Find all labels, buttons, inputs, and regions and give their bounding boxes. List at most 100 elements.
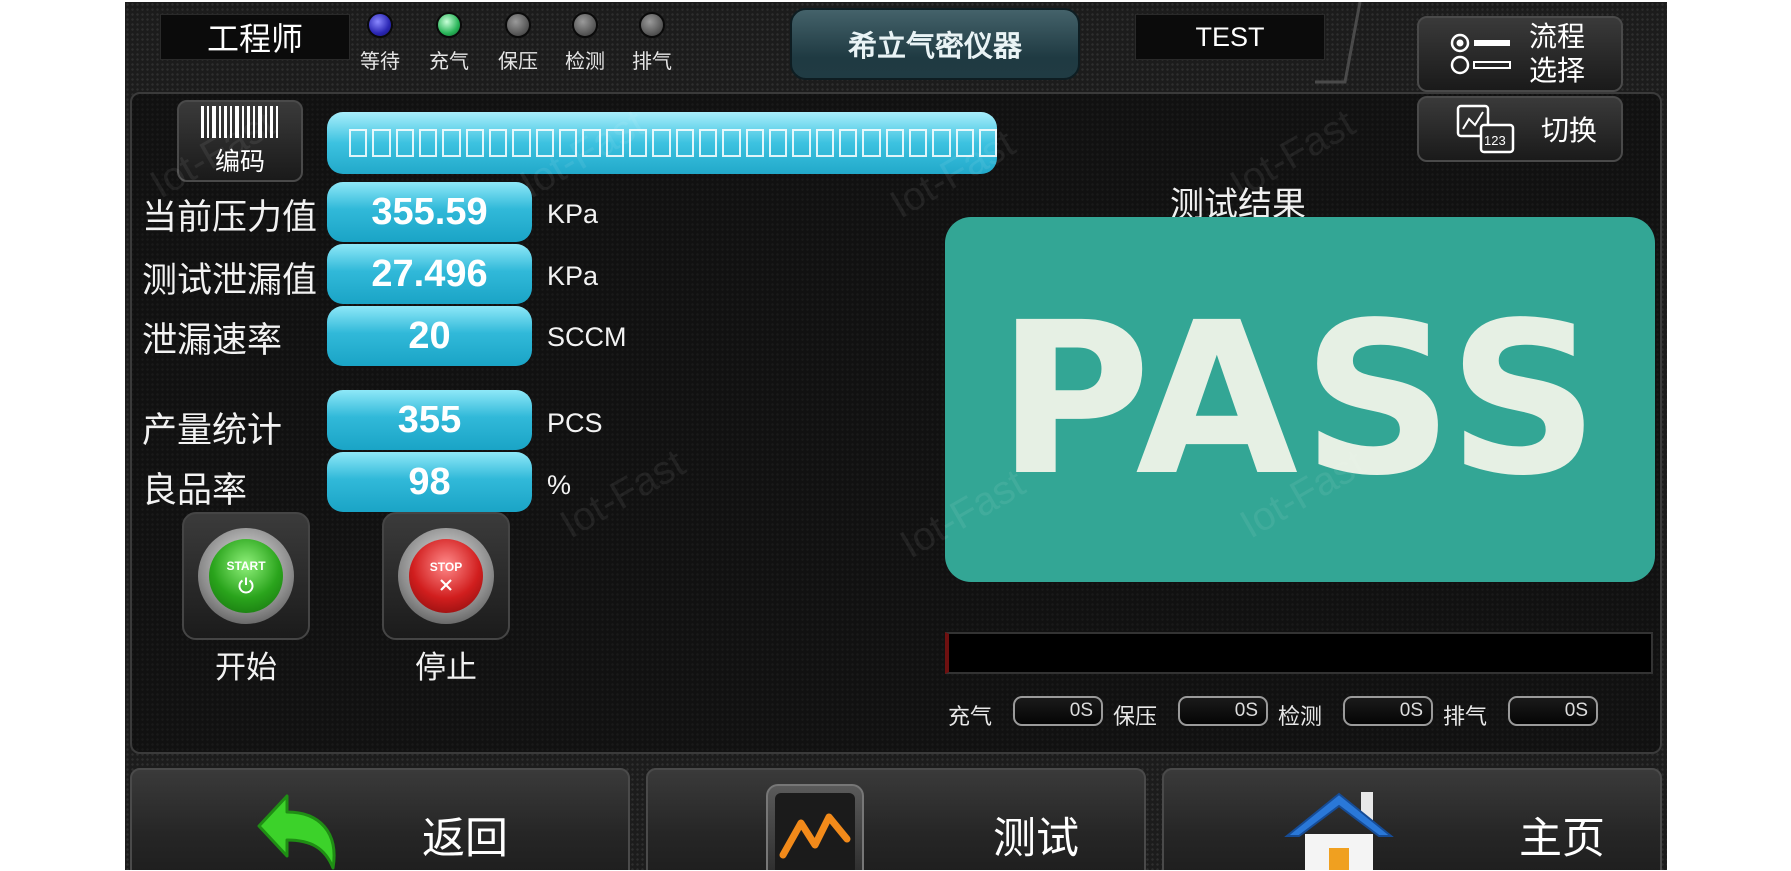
home-icon — [1284, 792, 1394, 870]
result-display: PASS — [945, 217, 1655, 582]
timer-detect-label: 检测 — [1278, 705, 1323, 730]
barcode-char-box — [815, 129, 834, 157]
barcode-input[interactable] — [327, 112, 998, 174]
stop-face-text: STOP — [429, 559, 463, 574]
stop-caption: 停止 — [415, 650, 477, 686]
timer-fill-label: 充气 — [948, 705, 993, 730]
hmi-screen: 工程师 等待 充气 保压 检测 排气 希立气密仪器 TEST 流程 选择 编码 … — [125, 2, 1667, 870]
test-nav-button[interactable]: 测试 — [646, 768, 1146, 870]
leak-value: 27.496 — [327, 244, 532, 304]
barcode-char-box — [885, 129, 904, 157]
barcode-char-box — [792, 129, 811, 157]
stop-button-face: STOP — [409, 539, 483, 613]
status-lamp-icon — [436, 12, 462, 38]
barcode-char-box — [512, 129, 531, 157]
timer-hold-value: 0S — [1178, 696, 1268, 726]
back-button[interactable]: 返回 — [130, 768, 630, 870]
app-title: 希立气密仪器 — [790, 8, 1080, 80]
back-label: 返回 — [422, 814, 508, 864]
power-icon — [238, 577, 254, 593]
output-unit: PCS — [547, 408, 603, 438]
switch-button[interactable]: 123 切换 — [1417, 96, 1623, 162]
svg-text:123: 123 — [1484, 133, 1506, 148]
flow-select-button[interactable]: 流程 选择 — [1417, 16, 1623, 92]
radio-list-icon — [1450, 33, 1511, 75]
page: 工程师 等待 充气 保压 检测 排气 希立气密仪器 TEST 流程 选择 编码 … — [0, 0, 1791, 871]
step-label: 等待 — [360, 49, 400, 73]
step-indicator-fill: 充气 — [419, 12, 479, 74]
start-caption: 开始 — [215, 650, 277, 686]
barcode-char-box — [488, 129, 508, 157]
frame-decoration — [1315, 2, 1362, 84]
step-label: 检测 — [565, 49, 605, 73]
back-arrow-icon — [257, 794, 336, 870]
step-label: 排气 — [632, 49, 672, 73]
barcode-char-box — [558, 129, 578, 157]
flow-select-line1: 流程 — [1529, 20, 1586, 53]
start-button-rim: START — [198, 528, 294, 624]
trend-icon-frame — [766, 784, 864, 870]
barcode-char-box — [465, 129, 484, 157]
barcode-char-box — [675, 129, 694, 157]
leak-rate-unit: SCCM — [547, 322, 627, 352]
start-button[interactable]: START — [182, 512, 310, 640]
mode-display: TEST — [1135, 14, 1325, 60]
step-indicator-exhaust: 排气 — [622, 12, 682, 74]
yield-label: 良品率 — [142, 471, 248, 511]
progress-bar — [945, 632, 1653, 674]
status-lamp-icon — [505, 12, 531, 38]
stop-button[interactable]: STOP — [382, 512, 510, 640]
barcode-char-box — [628, 129, 648, 157]
output-value: 355 — [327, 390, 532, 450]
user-role-display: 工程师 — [160, 14, 350, 60]
barcode-char-box — [978, 129, 998, 157]
pressure-value: 355.59 — [327, 182, 532, 242]
timer-fill-value: 0S — [1013, 696, 1103, 726]
home-label: 主页 — [1519, 814, 1605, 864]
timer-hold-label: 保压 — [1113, 705, 1158, 730]
leak-rate-label: 泄漏速率 — [142, 321, 283, 361]
barcode-button[interactable]: 编码 — [177, 100, 303, 182]
barcode-char-box — [862, 129, 881, 157]
chart-switch-icon: 123 — [1456, 104, 1515, 154]
leak-unit: KPa — [547, 261, 599, 291]
status-lamp-icon — [367, 12, 393, 38]
barcode-char-box — [372, 129, 391, 157]
flow-select-line2: 选择 — [1529, 54, 1586, 87]
barcode-char-box — [955, 129, 974, 157]
barcode-char-box — [722, 129, 741, 157]
barcode-char-box — [535, 129, 554, 157]
barcode-char-box — [652, 129, 671, 157]
barcode-char-box — [395, 129, 414, 157]
home-button[interactable]: 主页 — [1162, 768, 1662, 870]
output-label: 产量统计 — [142, 411, 283, 451]
barcode-char-box — [745, 129, 764, 157]
start-button-face: START — [209, 539, 283, 613]
barcode-char-box — [605, 129, 624, 157]
leak-rate-value: 20 — [327, 306, 532, 366]
barcode-icon — [201, 106, 278, 138]
switch-label: 切换 — [1541, 114, 1598, 147]
step-indicator-wait: 等待 — [350, 12, 410, 74]
pressure-unit: KPa — [547, 199, 599, 229]
timer-exhaust-value: 0S — [1508, 696, 1598, 726]
barcode-char-box — [698, 129, 718, 157]
barcode-char-box — [442, 129, 461, 157]
step-label: 充气 — [429, 49, 469, 73]
start-face-text: START — [226, 558, 266, 573]
barcode-label: 编码 — [214, 147, 265, 176]
stop-button-rim: STOP — [398, 528, 494, 624]
barcode-char-box — [908, 129, 928, 157]
yield-value: 98 — [327, 452, 532, 512]
test-nav-label: 测试 — [993, 814, 1079, 864]
status-lamp-icon — [639, 12, 665, 38]
step-label: 保压 — [498, 49, 538, 73]
barcode-char-box — [768, 129, 788, 157]
barcode-char-box — [418, 129, 438, 157]
pressure-label: 当前压力值 — [142, 198, 318, 238]
step-indicator-hold: 保压 — [488, 12, 548, 74]
close-icon — [440, 578, 452, 591]
barcode-char-box — [349, 129, 368, 157]
step-indicator-detect: 检测 — [555, 12, 615, 74]
leak-label: 测试泄漏值 — [142, 261, 318, 301]
